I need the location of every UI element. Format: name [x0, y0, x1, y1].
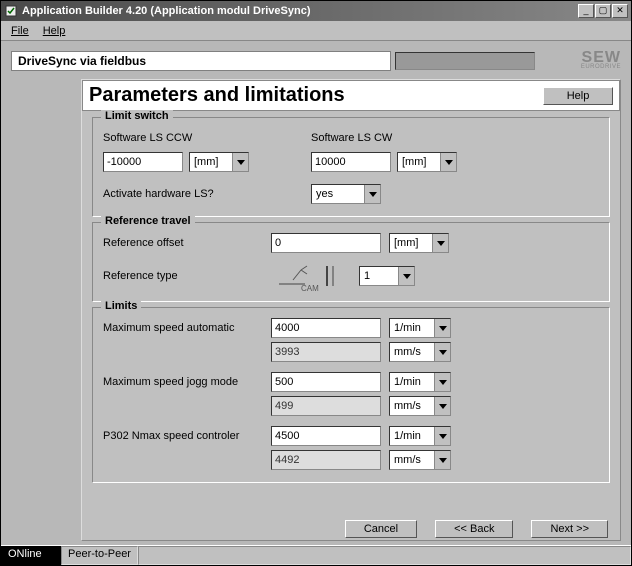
ls-ccw-label: Software LS CCW: [103, 132, 303, 144]
p302-conv: [271, 450, 381, 470]
max-auto-input[interactable]: [271, 318, 381, 338]
max-auto-conv-unit-select[interactable]: mm/s: [389, 342, 451, 362]
panel-body: Limit switch Software LS CCW Software LS…: [82, 111, 620, 516]
group-limit-switch-legend: Limit switch: [101, 110, 173, 122]
chevron-down-icon[interactable]: [434, 343, 450, 361]
max-jog-conv-unit-select[interactable]: mm/s: [389, 396, 451, 416]
status-online[interactable]: ONline: [1, 546, 61, 565]
next-button[interactable]: Next >>: [531, 520, 608, 538]
group-limit-switch: Limit switch Software LS CCW Software LS…: [92, 117, 610, 217]
ls-ccw-input[interactable]: [103, 152, 183, 172]
app-window: Application Builder 4.20 (Application mo…: [0, 0, 632, 566]
ref-offset-input[interactable]: [271, 233, 381, 253]
header-row: DriveSync via fieldbus SEWEURODRIVE: [11, 49, 621, 73]
wizard-buttons: Cancel << Back Next >>: [82, 516, 620, 540]
page-title-strip: Parameters and limitations Help: [82, 80, 620, 111]
ref-type-label: Reference type: [103, 270, 263, 282]
app-icon: [4, 4, 18, 18]
workarea: DriveSync via fieldbus SEWEURODRIVE Para…: [1, 41, 631, 545]
activate-hw-ls-label: Activate hardware LS?: [103, 188, 303, 200]
p302-conv-unit-select[interactable]: mm/s: [389, 450, 451, 470]
status-empty: [138, 546, 631, 565]
max-jog-input[interactable]: [271, 372, 381, 392]
max-auto-label: Maximum speed automatic: [103, 322, 263, 334]
group-reference-legend: Reference travel: [101, 215, 195, 227]
reference-type-icon: CAM: [271, 261, 351, 291]
p302-label: P302 Nmax speed controler: [103, 430, 263, 442]
max-jog-unit-select[interactable]: 1/min: [389, 372, 451, 392]
close-button[interactable]: ✕: [612, 4, 628, 18]
status-peer[interactable]: Peer-to-Peer: [61, 546, 138, 565]
menubar: File Help: [1, 21, 631, 41]
max-auto-conv: [271, 342, 381, 362]
progress-bar: [395, 52, 535, 70]
activate-hw-ls-select[interactable]: yes: [311, 184, 381, 204]
p302-unit-select[interactable]: 1/min: [389, 426, 451, 446]
main-panel: Parameters and limitations Help Limit sw…: [81, 79, 621, 541]
menu-file[interactable]: File: [5, 23, 35, 39]
help-button[interactable]: Help: [543, 87, 613, 105]
ls-ccw-unit-select[interactable]: [mm]: [189, 152, 249, 172]
ls-cw-label: Software LS CW: [311, 132, 511, 144]
group-limits: Limits Maximum speed automatic 1/min mm/…: [92, 307, 610, 483]
max-auto-unit-select[interactable]: 1/min: [389, 318, 451, 338]
window-controls: _ ▢ ✕: [578, 4, 628, 18]
fieldbus-title: DriveSync via fieldbus: [11, 51, 391, 71]
chevron-down-icon[interactable]: [440, 153, 456, 171]
max-jog-conv: [271, 396, 381, 416]
statusbar: ONline Peer-to-Peer: [1, 545, 631, 565]
ls-cw-input[interactable]: [311, 152, 391, 172]
ref-type-select[interactable]: 1: [359, 266, 415, 286]
max-jog-label: Maximum speed jogg mode: [103, 376, 263, 388]
ref-offset-label: Reference offset: [103, 237, 263, 249]
ref-offset-unit-select[interactable]: [mm]: [389, 233, 449, 253]
chevron-down-icon[interactable]: [434, 319, 450, 337]
chevron-down-icon[interactable]: [364, 185, 380, 203]
p302-input[interactable]: [271, 426, 381, 446]
titlebar: Application Builder 4.20 (Application mo…: [1, 1, 631, 21]
group-limits-legend: Limits: [101, 300, 141, 312]
chevron-down-icon[interactable]: [434, 373, 450, 391]
back-button[interactable]: << Back: [435, 520, 513, 538]
menu-help[interactable]: Help: [37, 23, 72, 39]
chevron-down-icon[interactable]: [432, 234, 448, 252]
ls-cw-unit-select[interactable]: [mm]: [397, 152, 457, 172]
window-title: Application Builder 4.20 (Application mo…: [22, 5, 578, 17]
chevron-down-icon[interactable]: [398, 267, 414, 285]
cancel-button[interactable]: Cancel: [345, 520, 417, 538]
minimize-button[interactable]: _: [578, 4, 594, 18]
chevron-down-icon[interactable]: [434, 397, 450, 415]
group-reference: Reference travel Reference offset [mm] R…: [92, 222, 610, 302]
maximize-button[interactable]: ▢: [595, 4, 611, 18]
page-title: Parameters and limitations: [89, 84, 543, 107]
chevron-down-icon[interactable]: [434, 427, 450, 445]
chevron-down-icon[interactable]: [434, 451, 450, 469]
brand-logo: SEWEURODRIVE: [581, 52, 621, 70]
chevron-down-icon[interactable]: [232, 153, 248, 171]
